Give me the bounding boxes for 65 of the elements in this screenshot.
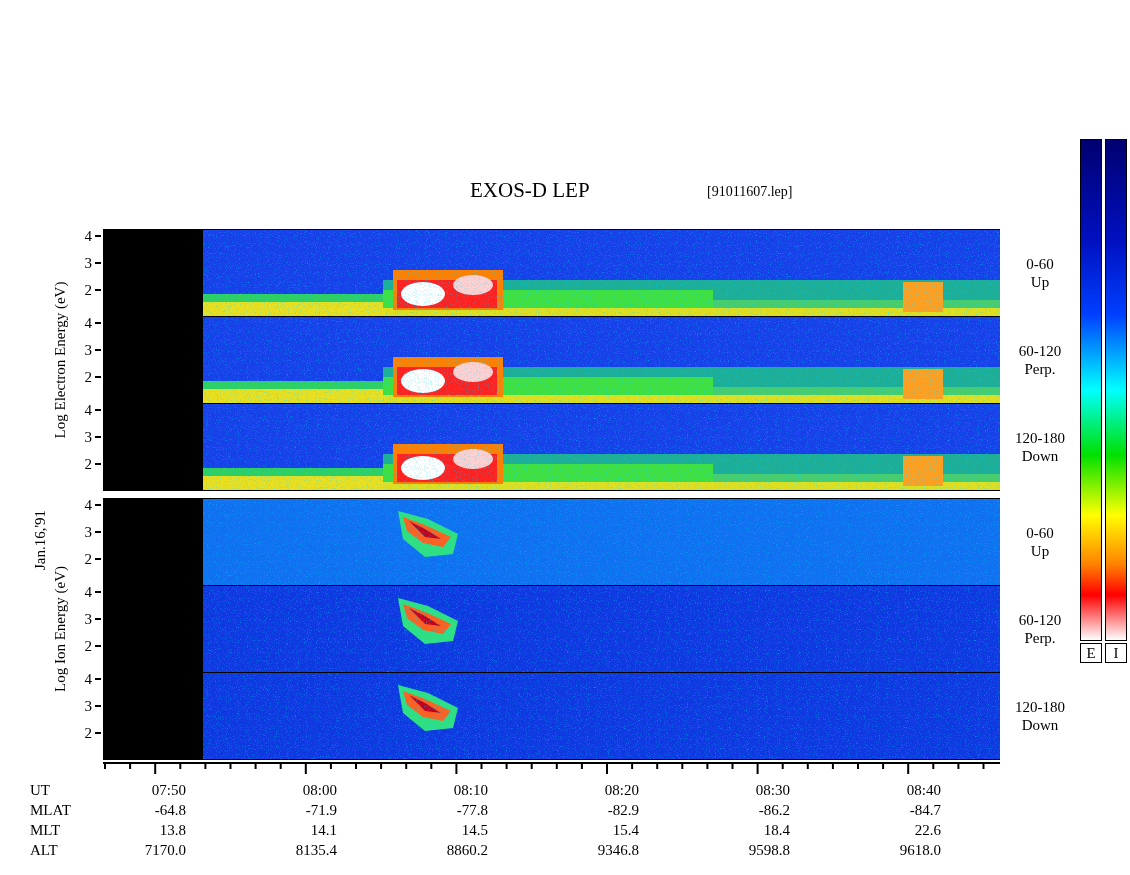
pitch-angle-label: 0-60 [1026, 254, 1054, 273]
pitch-angle-label: 60-120 [1018, 610, 1062, 629]
tick-label: 3 [84, 430, 92, 444]
pitch-angle-label: 60-120 [1018, 341, 1062, 360]
color-scale-label: I [1105, 643, 1127, 663]
tick-label: 2 [84, 639, 92, 653]
axis-value: 08:10 [452, 781, 489, 800]
row-label: MLT [30, 821, 62, 840]
axis-value: 22.6 [913, 821, 942, 840]
axis-value: -86.2 [757, 801, 791, 820]
file-label: [91011607.lep] [707, 184, 793, 200]
tick-label: 3 [84, 256, 92, 270]
axis-value: 08:30 [754, 781, 791, 800]
axis-value: 8135.4 [294, 841, 338, 860]
tick-label: 2 [84, 726, 92, 740]
row-label: MLAT [30, 801, 72, 820]
direction-label: Perp. [1024, 359, 1056, 378]
axis-value: 07:50 [150, 781, 187, 800]
axis-value: -77.8 [455, 801, 489, 820]
pitch-angle-label: 0-60 [1026, 523, 1054, 542]
tick-label: 4 [84, 403, 92, 417]
axis-value: 08:40 [905, 781, 942, 800]
pitch-angle-label: 120-180 [1015, 697, 1065, 716]
axis-value: 14.5 [460, 821, 489, 840]
axis-value: 9618.0 [898, 841, 942, 860]
tick-label: 3 [84, 343, 92, 357]
tick-label: 2 [84, 457, 92, 471]
axis-label: Log Electron Energy (eV) [51, 281, 69, 439]
axis-value: 08:20 [603, 781, 640, 800]
axis-value: 7170.0 [143, 841, 187, 860]
axis-value: 8860.2 [445, 841, 489, 860]
axis-value: 13.8 [158, 821, 187, 840]
axis-value: -71.9 [304, 801, 338, 820]
direction-label: Down [1021, 715, 1059, 734]
tick-label: 3 [84, 525, 92, 539]
axis-value: 9346.8 [596, 841, 640, 860]
axis-value: -64.8 [153, 801, 187, 820]
color-scale-label: E [1080, 643, 1102, 663]
tick-label: 3 [84, 612, 92, 626]
tick-label: 4 [84, 316, 92, 330]
axis-value: -84.7 [908, 801, 942, 820]
tick-label: 4 [84, 229, 92, 243]
date-label: Jan.16,'91 [31, 509, 49, 571]
axis-label: Log Ion Energy (eV) [51, 566, 69, 692]
direction-label: Down [1021, 446, 1059, 465]
axis-value: 9598.8 [747, 841, 791, 860]
axis-value: 14.1 [309, 821, 338, 840]
direction-label: Up [1030, 541, 1050, 560]
axis-value: 08:00 [301, 781, 338, 800]
tick-label: 4 [84, 498, 92, 512]
direction-label: Perp. [1024, 628, 1056, 647]
tick-label: 4 [84, 672, 92, 686]
pitch-angle-label: 120-180 [1015, 428, 1065, 447]
tick-label: 2 [84, 552, 92, 566]
chart-title: EXOS-D LEP [470, 178, 590, 203]
tick-label: 2 [84, 283, 92, 297]
axis-value: 18.4 [762, 821, 791, 840]
axis-value: -82.9 [606, 801, 640, 820]
tick-label: 2 [84, 370, 92, 384]
tick-label: 3 [84, 699, 92, 713]
tick-label: 4 [84, 585, 92, 599]
row-label: ALT [30, 841, 59, 860]
row-label: UT [30, 781, 51, 800]
direction-label: Up [1030, 272, 1050, 291]
axis-value: 15.4 [611, 821, 640, 840]
